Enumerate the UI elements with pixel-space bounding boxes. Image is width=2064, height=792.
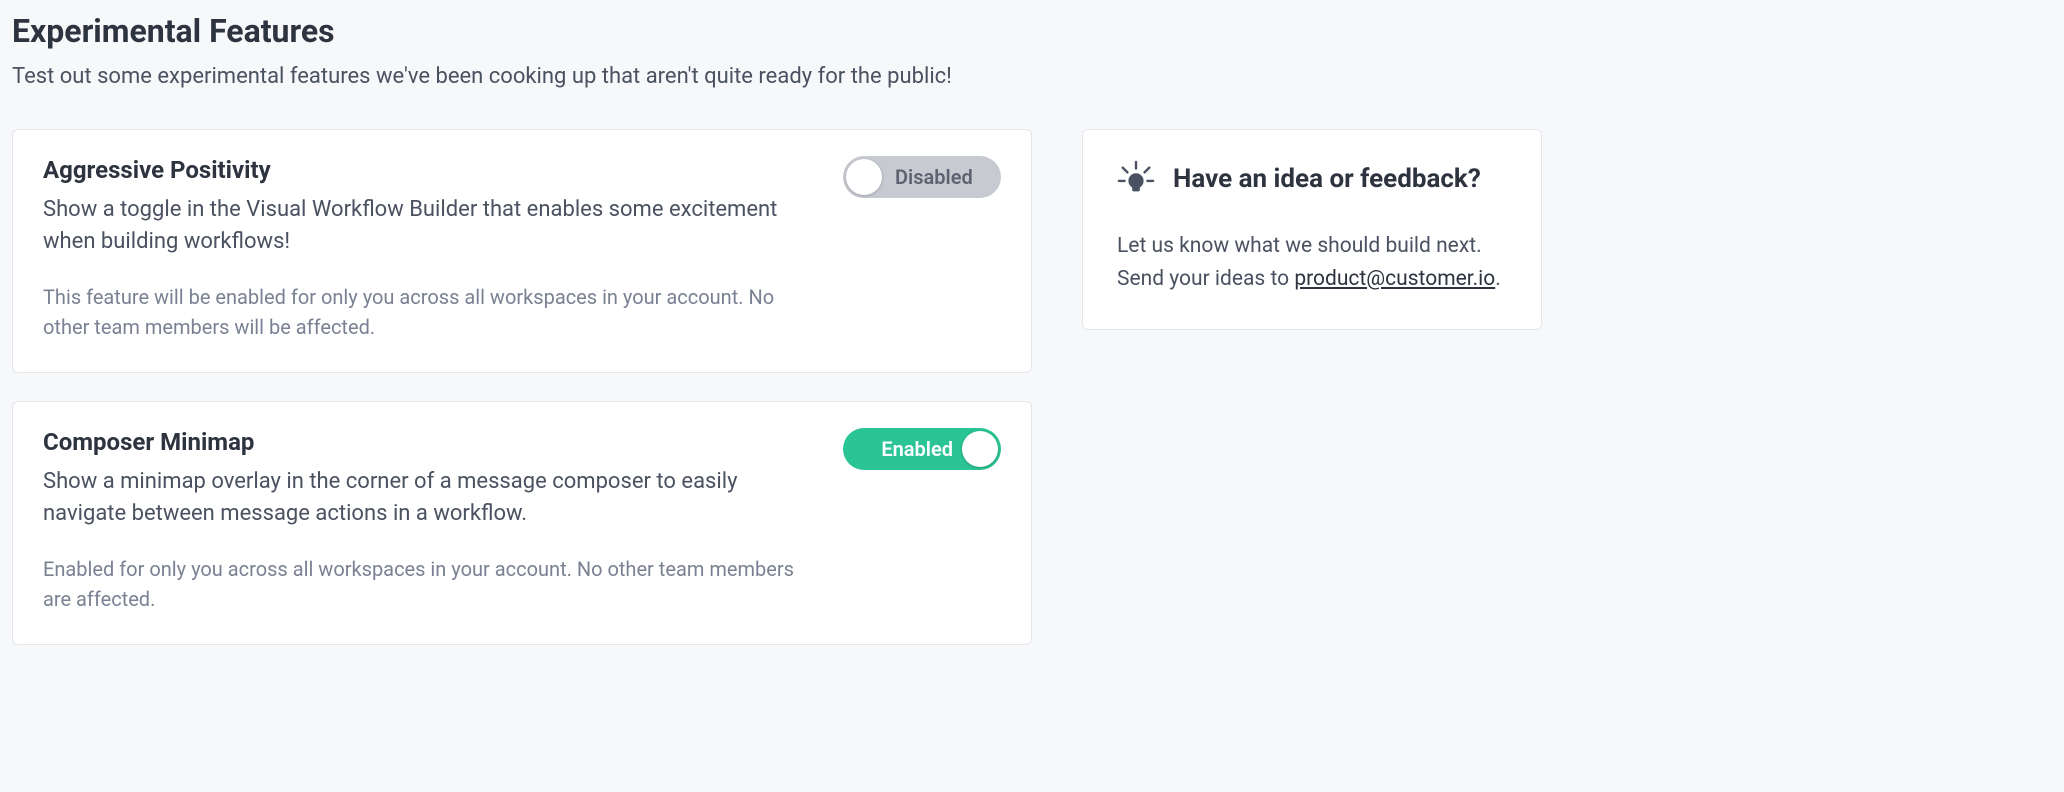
feature-description: Show a toggle in the Visual Workflow Bui… bbox=[43, 194, 803, 258]
page-subtitle: Test out some experimental features we'v… bbox=[12, 64, 2052, 89]
feature-toggle[interactable]: Disabled bbox=[843, 156, 1001, 198]
feedback-column: Have an idea or feedback? Let us know wh… bbox=[1082, 129, 1542, 330]
page-title: Experimental Features bbox=[12, 12, 2052, 50]
feature-body: Composer Minimap Show a minimap overlay … bbox=[43, 428, 819, 614]
feedback-email-link[interactable]: product@customer.io bbox=[1294, 267, 1495, 291]
feature-title: Aggressive Positivity bbox=[43, 156, 819, 184]
toggle-knob bbox=[962, 431, 998, 467]
feature-card: Composer Minimap Show a minimap overlay … bbox=[12, 401, 1032, 645]
toggle-label: Disabled bbox=[895, 167, 973, 187]
features-column: Aggressive Positivity Show a toggle in t… bbox=[12, 129, 1032, 645]
feature-note: This feature will be enabled for only yo… bbox=[43, 282, 819, 342]
toggle-wrap: Disabled bbox=[843, 156, 1001, 342]
feedback-text-suffix: . bbox=[1495, 267, 1501, 291]
feedback-card: Have an idea or feedback? Let us know wh… bbox=[1082, 129, 1542, 330]
feature-note: Enabled for only you across all workspac… bbox=[43, 554, 819, 614]
toggle-label: Enabled bbox=[881, 439, 953, 459]
toggle-knob bbox=[846, 159, 882, 195]
feedback-text: Let us know what we should build next. S… bbox=[1117, 230, 1507, 295]
feedback-header: Have an idea or feedback? bbox=[1117, 160, 1507, 198]
feature-toggle[interactable]: Enabled bbox=[843, 428, 1001, 470]
feature-description: Show a minimap overlay in the corner of … bbox=[43, 466, 803, 530]
feature-card: Aggressive Positivity Show a toggle in t… bbox=[12, 129, 1032, 373]
lightbulb-icon bbox=[1117, 160, 1155, 198]
feature-title: Composer Minimap bbox=[43, 428, 819, 456]
feature-body: Aggressive Positivity Show a toggle in t… bbox=[43, 156, 819, 342]
toggle-wrap: Enabled bbox=[843, 428, 1001, 614]
content-layout: Aggressive Positivity Show a toggle in t… bbox=[12, 129, 2052, 645]
feedback-title: Have an idea or feedback? bbox=[1173, 164, 1481, 194]
